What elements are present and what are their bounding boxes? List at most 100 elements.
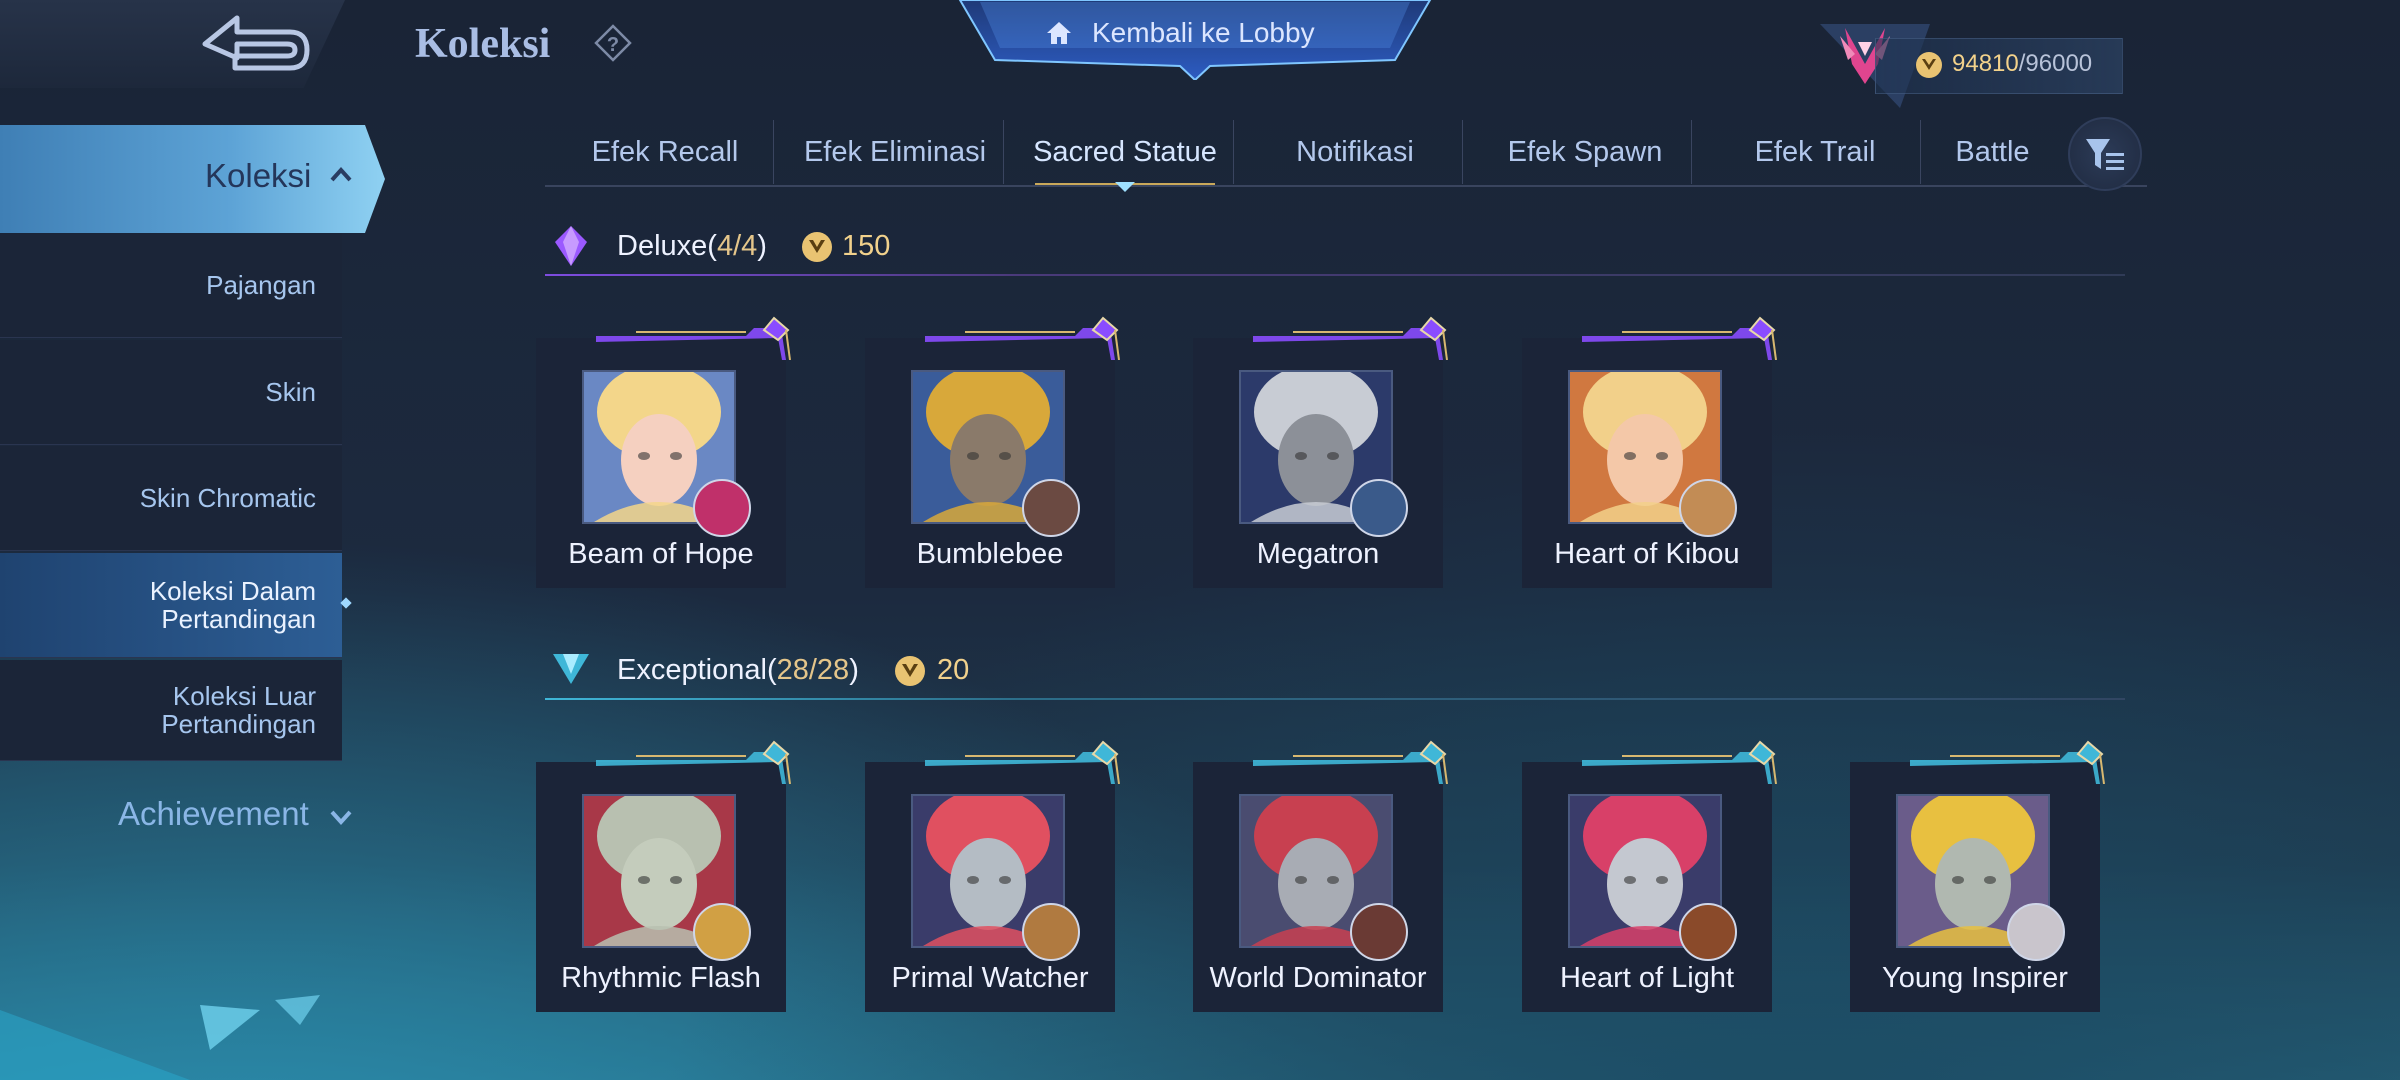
statue-name: Beam of Hope (568, 538, 754, 570)
chevron-up-icon (330, 167, 352, 182)
active-tab-indicator (1035, 182, 1215, 192)
tab-battle[interactable]: Battle (1925, 120, 2060, 184)
statue-name: Heart of Kibou (1554, 538, 1740, 570)
exceptional-count: 28/28 (776, 654, 850, 686)
tab-efek-trail[interactable]: Efek Trail (1700, 120, 1930, 184)
statue-name: Young Inspirer (1882, 962, 2068, 994)
sidebar-item-skin-chromatic[interactable]: Skin Chromatic (0, 446, 342, 551)
statue-card[interactable]: World Dominator (1193, 740, 1448, 1012)
exceptional-name: Exceptional (617, 654, 767, 686)
lobby-label: Kembali ke Lobby (1092, 17, 1315, 48)
tab-efek-spawn[interactable]: Efek Spawn (1470, 120, 1700, 184)
sidebar-item-koleksi-luar-pertandingan[interactable]: Koleksi Luar Pertandingan (0, 660, 342, 761)
deluxe-label: Deluxe(4/4) (617, 230, 767, 263)
statue-name: Bumblebee (916, 538, 1064, 570)
hero-avatar (1350, 903, 1408, 961)
sidebar-item-label: Pajangan (206, 270, 316, 300)
deluxe-price: 150 (842, 230, 891, 262)
statue-name: Megatron (1256, 538, 1380, 570)
tab-divider (1003, 120, 1004, 184)
card-ribbon (596, 740, 796, 785)
statue-card[interactable]: Rhythmic Flash (536, 740, 791, 1012)
deluxe-gem-icon (555, 226, 587, 266)
deluxe-count: 4/4 (716, 230, 758, 262)
currency-current: 94810 (1952, 50, 2019, 77)
hero-avatar (1679, 903, 1737, 961)
mastery-coin-icon (802, 232, 832, 262)
sidebar-item-label: Koleksi Luar Pertandingan (161, 682, 316, 738)
label-line-1: Koleksi Dalam (149, 576, 316, 606)
chevron-down-icon (330, 810, 352, 825)
statue-card[interactable]: Primal Watcher (865, 740, 1120, 1012)
exceptional-close-paren: ) (849, 654, 859, 686)
svg-text:?: ? (607, 34, 619, 56)
tab-efek-eliminasi[interactable]: Efek Eliminasi (780, 120, 1010, 184)
decorative-shards (0, 995, 320, 1080)
achievement-button[interactable]: Achievement (118, 795, 309, 833)
hero-avatar (1022, 903, 1080, 961)
statue-card[interactable]: Bumblebee (865, 316, 1120, 588)
mastery-coin-icon (1916, 52, 1942, 78)
card-ribbon (1910, 740, 2110, 785)
sidebar-item-koleksi[interactable] (0, 125, 385, 233)
tab-efek-recall[interactable]: Efek Recall (550, 120, 780, 184)
card-ribbon (925, 316, 1125, 361)
tab-sacred-statue[interactable]: Sacred Statue (1010, 120, 1240, 184)
statue-name: Heart of Light (1559, 962, 1735, 994)
label-line-2: Pertandingan (161, 709, 316, 739)
tab-divider (1462, 120, 1463, 184)
sidebar-active-label: Koleksi (205, 157, 312, 194)
exceptional-price: 20 (937, 654, 970, 686)
statue-card[interactable]: Megatron (1193, 316, 1448, 588)
exceptional-section-header: Exceptional(28/28) 20 (545, 640, 2125, 700)
tab-divider (1233, 120, 1234, 184)
sidebar-item-skin[interactable]: Skin (0, 340, 342, 445)
statue-card[interactable]: Heart of Light (1522, 740, 1777, 1012)
currency-counter: 94810/96000 (1952, 50, 2092, 78)
card-ribbon (596, 316, 796, 361)
deluxe-close-paren: ) (757, 230, 767, 262)
statue-card[interactable]: Heart of Kibou (1522, 316, 1777, 588)
sidebar-item-label: Koleksi Dalam Pertandingan (150, 577, 316, 633)
exceptional-gem-icon (553, 654, 589, 684)
mastery-coin-icon (895, 656, 925, 686)
card-ribbon (1582, 740, 1782, 785)
filter-icon (2086, 139, 2124, 170)
statue-card[interactable]: Beam of Hope (536, 316, 791, 588)
sidebar-item-label: Skin Chromatic (139, 483, 316, 513)
back-button[interactable] (195, 12, 315, 76)
filter-button[interactable] (2068, 117, 2142, 191)
statue-name: Primal Watcher (891, 962, 1089, 994)
tab-bar-line (545, 185, 2147, 187)
tab-divider (773, 120, 774, 184)
hero-avatar (1679, 479, 1737, 537)
statue-name: Rhythmic Flash (561, 962, 761, 994)
tab-notifikasi[interactable]: Notifikasi (1240, 120, 1470, 184)
card-ribbon (1582, 316, 1782, 361)
deluxe-name: Deluxe (617, 230, 708, 262)
currency-max: /96000 (2018, 50, 2093, 77)
tab-divider (1691, 120, 1692, 184)
exceptional-label: Exceptional(28/28) (617, 654, 859, 687)
question-icon[interactable]: ? (592, 22, 634, 64)
card-ribbon (1253, 740, 1453, 785)
deluxe-section-header: Deluxe(4/4) 150 (545, 216, 2125, 276)
card-ribbon (925, 740, 1125, 785)
exceptional-open-paren: ( (766, 654, 777, 686)
label-line-1: Koleksi Luar (172, 681, 316, 711)
sidebar-item-pajangan[interactable]: Pajangan (0, 233, 342, 338)
back-arrow-icon (202, 15, 310, 71)
home-icon (1047, 22, 1071, 44)
statue-card[interactable]: Young Inspirer (1850, 740, 2105, 1012)
sidebar-item-koleksi-dalam-pertandingan[interactable]: Koleksi Dalam Pertandingan (0, 553, 342, 658)
deluxe-open-paren: ( (707, 230, 717, 262)
hero-avatar (693, 479, 751, 537)
hero-avatar (693, 903, 751, 961)
statue-name: World Dominator (1209, 962, 1427, 994)
card-ribbon (1253, 316, 1453, 361)
label-line-2: Pertandingan (161, 604, 316, 634)
page-title: Koleksi (415, 21, 551, 67)
hero-avatar (2007, 903, 2065, 961)
sidebar-item-label: Skin (265, 377, 316, 407)
tab-divider (1920, 120, 1921, 184)
